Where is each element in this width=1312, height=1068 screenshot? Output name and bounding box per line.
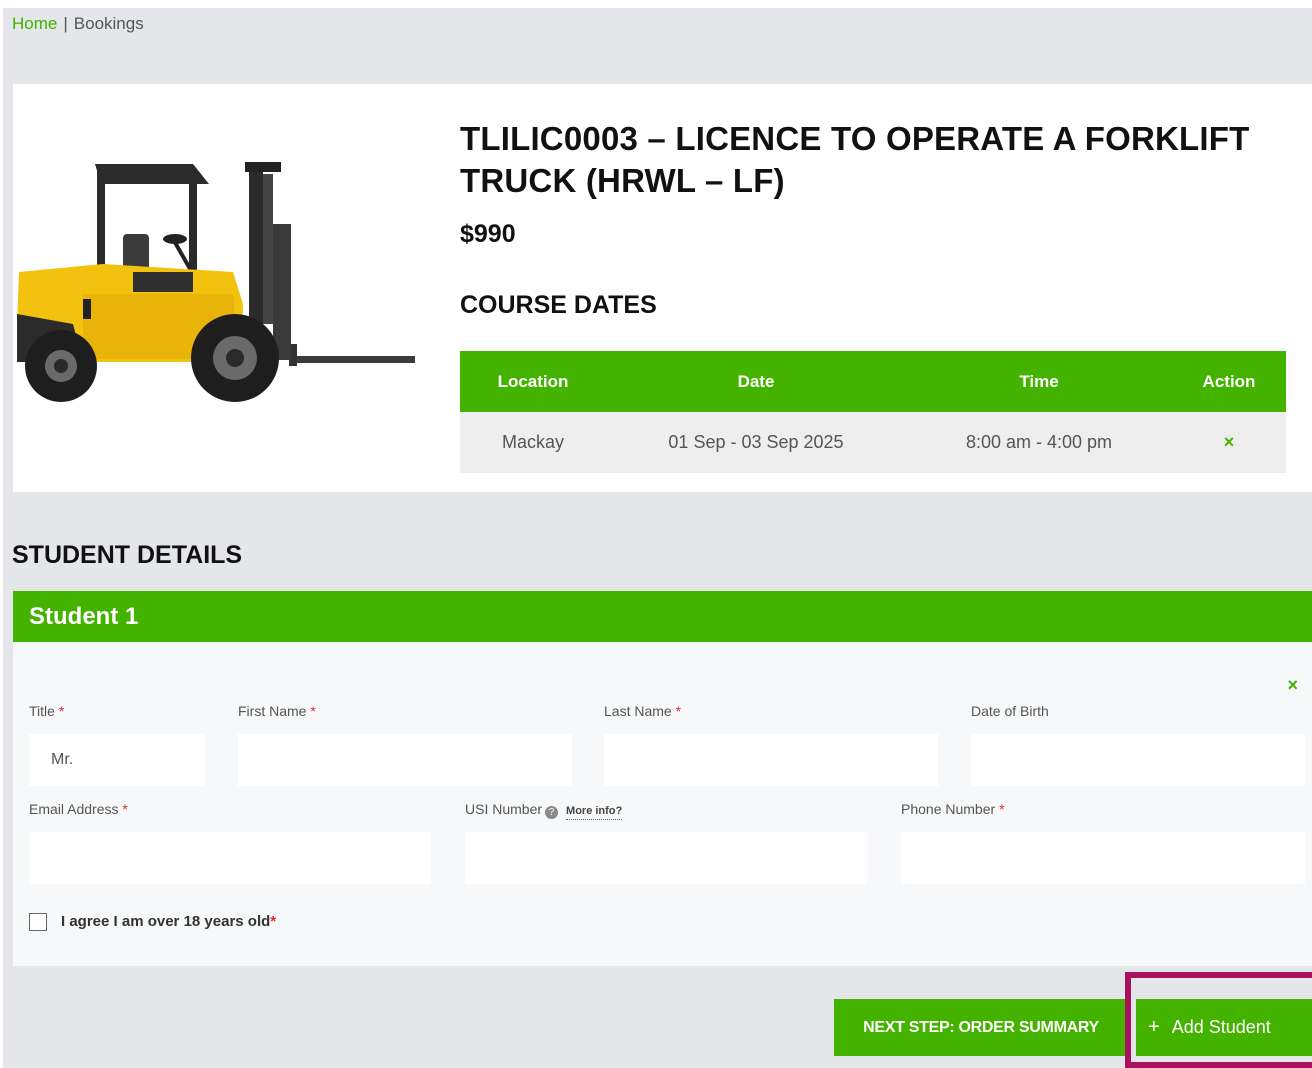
age-agreement-checkbox[interactable]: [29, 913, 47, 931]
usi-label-text: USI Number: [465, 801, 543, 817]
add-student-button[interactable]: + Add Student: [1136, 999, 1312, 1056]
row-time: 8:00 am - 4:00 pm: [906, 412, 1172, 473]
breadcrumb-separator: |: [63, 14, 68, 33]
column-header-action: Action: [1172, 351, 1286, 412]
last-name-field[interactable]: [604, 734, 938, 786]
course-card: TLILIC0003 – LICENCE TO OPERATE A FORKLI…: [13, 84, 1312, 492]
column-header-location: Location: [460, 351, 606, 412]
usi-label: USI Number? More info?: [465, 801, 623, 820]
breadcrumb-home-link[interactable]: Home: [12, 14, 57, 33]
table-header-row: Location Date Time Action: [460, 351, 1286, 412]
phone-field[interactable]: [901, 832, 1305, 884]
plus-icon: +: [1148, 1016, 1160, 1038]
table-row: Mackay 01 Sep - 03 Sep 2025 8:00 am - 4:…: [460, 412, 1286, 473]
title-label-text: Title: [29, 703, 55, 719]
row-action: ×: [1172, 412, 1286, 473]
last-name-label: Last Name *: [604, 703, 681, 719]
first-name-field[interactable]: [238, 734, 572, 786]
course-dates-heading: COURSE DATES: [460, 291, 657, 319]
more-info-link[interactable]: More info?: [566, 805, 623, 820]
student-header-bar: Student 1: [13, 591, 1312, 642]
row-date: 01 Sep - 03 Sep 2025: [606, 412, 906, 473]
row-location: Mackay: [460, 412, 606, 473]
required-marker: *: [58, 703, 65, 719]
breadcrumb: Home | Bookings: [12, 14, 144, 34]
breadcrumb-current: Bookings: [73, 14, 144, 33]
usi-field[interactable]: [465, 832, 867, 884]
required-marker: *: [999, 801, 1005, 817]
column-header-time: Time: [906, 351, 1172, 412]
dob-label-text: Date of Birth: [971, 703, 1049, 719]
last-name-label-text: Last Name: [604, 703, 672, 719]
student-panel: Student 1 × Title * First Name * Last Na…: [13, 591, 1312, 966]
age-agreement-label: I agree I am over 18 years old: [61, 913, 271, 930]
forklift-image: [17, 162, 415, 402]
title-field[interactable]: [29, 734, 205, 786]
required-marker: *: [310, 703, 316, 719]
first-name-label: First Name *: [238, 703, 316, 719]
next-step-button[interactable]: NEXT STEP: ORDER SUMMARY: [834, 999, 1128, 1056]
course-title: TLILIC0003 – LICENCE TO OPERATE A FORKLI…: [460, 120, 1250, 199]
age-agreement-row: I agree I am over 18 years old*: [29, 913, 276, 931]
email-field[interactable]: [29, 832, 431, 884]
first-name-label-text: First Name: [238, 703, 307, 719]
email-label-text: Email Address: [29, 801, 119, 817]
dob-field[interactable]: [971, 734, 1305, 786]
phone-label-text: Phone Number: [901, 801, 996, 817]
add-student-label: Add Student: [1171, 1017, 1271, 1037]
column-header-date: Date: [606, 351, 906, 412]
remove-date-icon[interactable]: ×: [1224, 432, 1235, 452]
course-price: $990: [460, 220, 516, 248]
required-marker: *: [122, 801, 128, 817]
dob-label: Date of Birth: [971, 703, 1049, 719]
remove-student-icon[interactable]: ×: [1287, 675, 1298, 696]
phone-label: Phone Number *: [901, 801, 1005, 817]
course-dates-table: Location Date Time Action Mackay 01 Sep …: [460, 351, 1286, 473]
help-icon[interactable]: ?: [545, 806, 559, 819]
student-details-heading: STUDENT DETAILS: [12, 541, 243, 569]
required-marker: *: [675, 703, 682, 719]
title-label: Title *: [29, 703, 64, 719]
email-label: Email Address *: [29, 801, 128, 817]
required-marker: *: [270, 913, 277, 930]
